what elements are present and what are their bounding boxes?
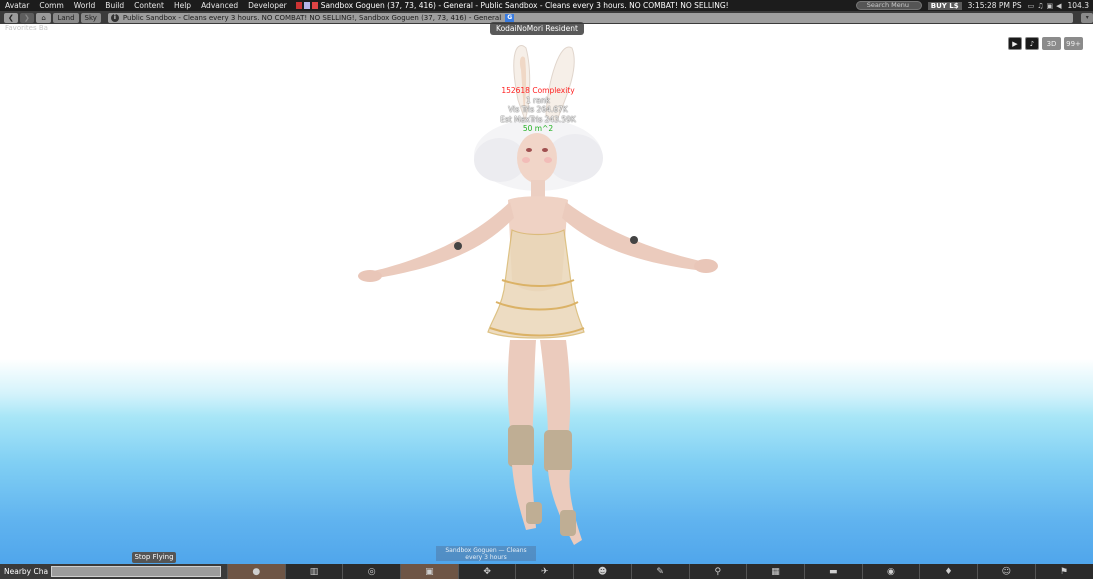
chat-input[interactable] [51,566,222,577]
sound-icon[interactable]: ♪ [1025,37,1039,50]
camera-icon[interactable]: ▬ [803,564,862,579]
gestures-icon[interactable]: ✎ [630,564,689,579]
est-max-tris-label: Est MaxTris 243.59K [500,114,576,124]
menu-avatar[interactable]: Avatar [0,1,34,10]
no-build-icon[interactable] [311,2,318,9]
favorites-bar[interactable]: Favorites Ba [5,24,48,32]
sky-button[interactable]: Sky [80,12,101,23]
menu-world[interactable]: World [69,1,101,10]
viewer-widgets: ▶ ♪ 3D 99+ [1008,37,1083,50]
people-icon[interactable]: ☻ [573,564,631,579]
fps-badge[interactable]: 99+ [1064,37,1083,50]
menubar-right: Search Menu BUY L$ 3:15:28 PM PS ▭ ♫ ▣ ◀… [855,0,1089,11]
volume-icon[interactable]: ◀ [1056,2,1061,10]
info-icon[interactable]: i [110,13,119,22]
location-text: Public Sandbox - Cleans every 3 hours. N… [122,13,502,22]
no-voice-icon[interactable] [295,2,302,9]
menu-help[interactable]: Help [169,1,196,10]
nearby-chat-label[interactable]: Nearby Cha [4,567,48,576]
music-icon[interactable]: ♫ [1037,2,1043,10]
menu-bar: Avatar Comm World Build Content Help Adv… [0,0,1093,11]
menu-developer[interactable]: Developer [243,1,292,10]
buy-currency-button[interactable]: BUY L$ [927,1,962,10]
media-play-icon[interactable]: ▶ [1008,37,1022,50]
location-input[interactable]: i Public Sandbox - Cleans every 3 hours.… [107,12,1074,23]
monitor-icon[interactable]: ▭ [1028,2,1035,10]
bottom-toolbar: ● ▥ ◎ ▣ ✥ ✈ ☻ ✎ ⚲ ▦ ▬ ◉ ♦ ☺ ⚑ [227,564,1093,579]
home-button[interactable]: ⌂ [35,12,52,23]
fly-icon[interactable]: ✈ [515,564,573,579]
area-label: 50 m^2 [522,124,554,133]
3d-toggle-button[interactable]: 3D [1042,37,1061,50]
no-fly-icon[interactable] [303,2,310,9]
region-notice: Sandbox Goguen — Cleans every 3 hours [436,546,536,561]
menu-comm[interactable]: Comm [34,1,68,10]
chat-bar: Nearby Cha [0,564,227,579]
land-button[interactable]: Land [53,12,79,23]
outfit-icon[interactable]: ♦ [919,564,977,579]
media-icon[interactable]: ▣ [1047,2,1054,10]
forward-button[interactable]: ❯ [19,12,34,23]
snapshot-icon[interactable]: ▣ [400,564,458,579]
avatar-hover-text: 152618 Complexity 1 rank Vis Tris 264.67… [480,86,596,134]
avatar-nametag[interactable]: KodaiNoMori Resident [490,22,584,35]
location-dropdown-icon[interactable]: ▾ [1081,12,1093,23]
places-icon[interactable]: ⚑ [1034,564,1093,579]
back-button[interactable]: ❮ [4,12,18,23]
menu-build[interactable]: Build [100,1,129,10]
radar-icon[interactable]: ◎ [342,564,400,579]
clock: 3:15:28 PM PS [967,1,1022,10]
view-icon[interactable]: ◉ [861,564,920,579]
map-icon[interactable]: ▦ [746,564,804,579]
stop-flying-button[interactable]: Stop Flying [132,552,176,563]
complexity-label: 152618 Complexity [501,86,575,95]
menu-advanced[interactable]: Advanced [196,1,243,10]
build-icon[interactable]: ✥ [457,564,516,579]
status-tray: ▭ ♫ ▣ ◀ [1028,2,1062,10]
avatar-icon[interactable]: ☺ [976,564,1035,579]
chat-icon[interactable]: ● [227,564,285,579]
g-rating-icon[interactable]: G [505,13,515,22]
visible-tris-label: Vis Tris 264.67K [508,105,568,114]
inventory-icon[interactable]: ▥ [284,564,343,579]
fps-readout: 104.3 [1067,1,1089,10]
search-icon[interactable]: ⚲ [688,564,747,579]
menubar-location[interactable]: Sandbox Goguen (37, 73, 416) - General -… [321,1,729,10]
search-menu-input[interactable]: Search Menu [855,1,922,10]
rank-label: 1 rank [526,95,550,105]
parcel-flags [295,2,318,9]
menu-content[interactable]: Content [129,1,169,10]
